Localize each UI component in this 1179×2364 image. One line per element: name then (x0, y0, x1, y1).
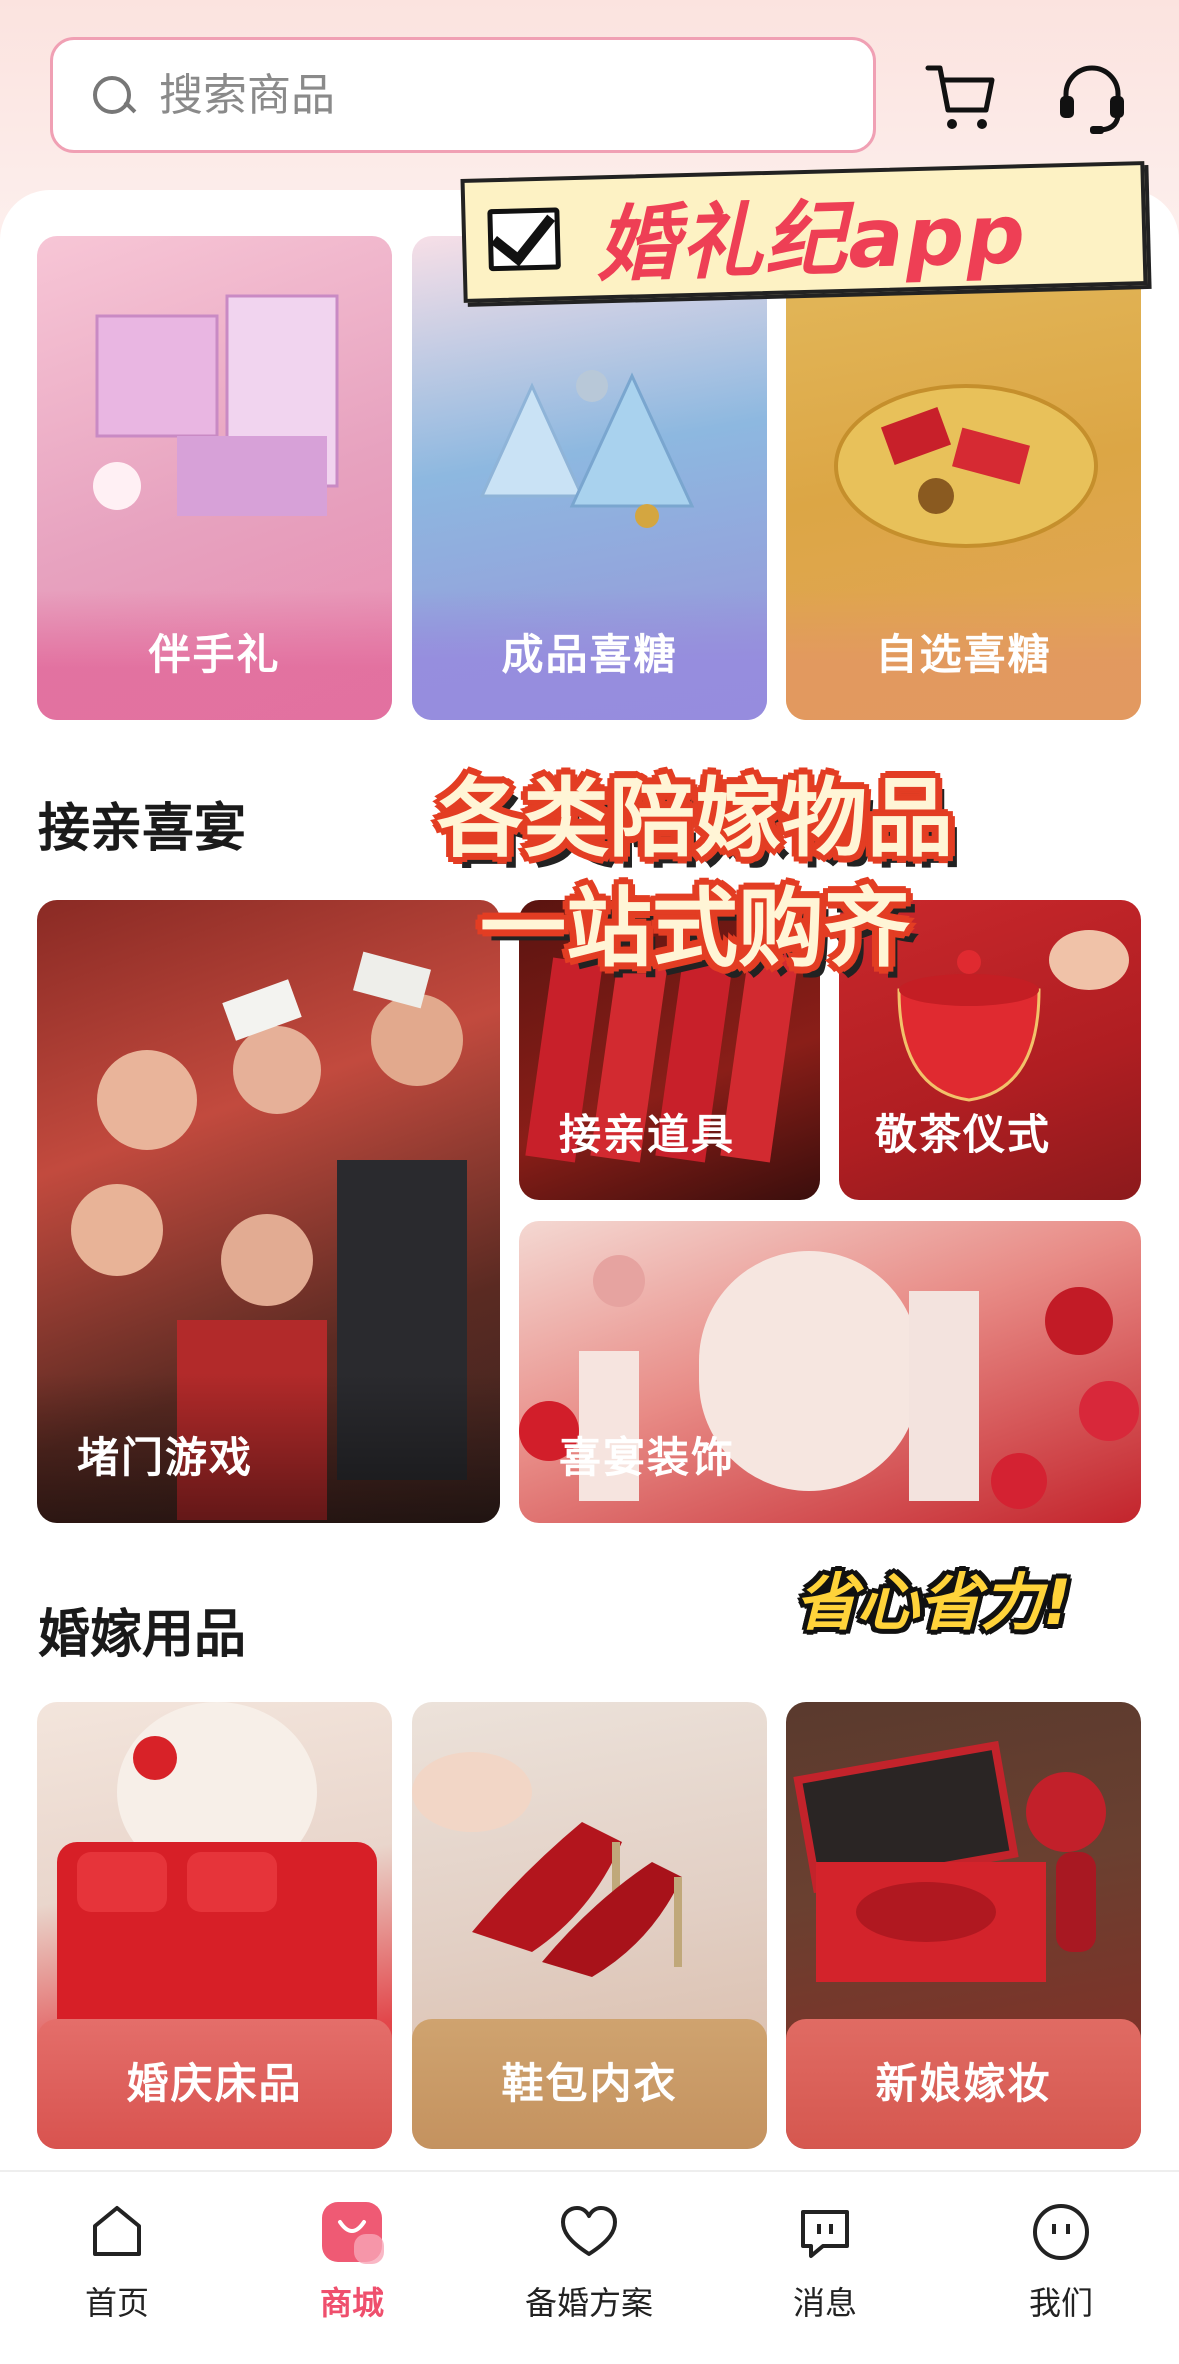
search-input[interactable] (159, 69, 759, 121)
message-icon (801, 2210, 849, 2258)
pickup-label: 喜宴装饰 (559, 1433, 736, 1482)
candy-box-illustration (479, 370, 695, 528)
tab-wedding-plan[interactable]: 备婚方案 (499, 2200, 679, 2324)
goods-label: 鞋包内衣 (501, 2059, 678, 2108)
cart-icon[interactable] (922, 58, 1002, 138)
gift-box-illustration (93, 294, 339, 516)
pickup-card-banquet-decor[interactable]: 喜宴装饰 (519, 1221, 1141, 1523)
face-icon (1033, 2204, 1089, 2260)
category-label: 成品喜糖 (501, 630, 678, 679)
tab-label: 首页 (84, 2284, 149, 2322)
search-icon (89, 72, 135, 118)
promo-banner-line-1: 各类陪嫁物品 (437, 769, 953, 869)
promo-banner-line-2: 一站式购齐 (480, 879, 910, 979)
pickup-card-door-game[interactable]: 堵门游戏 (37, 900, 500, 1523)
tab-label: 我们 (1028, 2284, 1093, 2322)
heart-icon (561, 2206, 617, 2256)
tab-label: 消息 (792, 2284, 857, 2322)
slogan-overlay: 省心省力! (795, 1566, 1072, 1639)
candy-plate-illustration (834, 384, 1098, 548)
section-title-pickup: 接亲喜宴 (38, 799, 247, 859)
category-card-ready-candy[interactable]: 成品喜糖 (412, 236, 767, 720)
search-bar[interactable] (50, 37, 876, 153)
category-card-companion-gift[interactable]: 伴手礼 (37, 236, 392, 720)
bottom-tab-bar: 首页 商城 备婚方案 消息 我们 (0, 2170, 1179, 2364)
category-label: 伴手礼 (148, 630, 281, 679)
tab-home[interactable]: 首页 (27, 2200, 207, 2324)
tab-messages[interactable]: 消息 (735, 2200, 915, 2324)
tab-label: 商城 (319, 2284, 384, 2322)
goods-card-bridal-dowry[interactable]: 新娘嫁妆 (786, 1702, 1141, 2149)
goods-card-shoes-bags[interactable]: 鞋包内衣 (412, 1702, 767, 2149)
category-card-custom-candy[interactable]: 自选喜糖 (786, 236, 1141, 720)
pickup-label: 敬茶仪式 (875, 1110, 1052, 1159)
tab-us[interactable]: 我们 (971, 2200, 1151, 2324)
checkbox-icon (487, 207, 561, 272)
pickup-label: 堵门游戏 (77, 1433, 254, 1482)
goods-label: 新娘嫁妆 (875, 2059, 1052, 2108)
goods-card-bedding[interactable]: 婚庆床品 (37, 1702, 392, 2149)
section-title-wedding-goods: 婚嫁用品 (38, 1605, 247, 1665)
tab-mall[interactable]: 商城 (262, 2200, 442, 2324)
sticker-text: 婚礼纪app (595, 186, 1029, 293)
category-label: 自选喜糖 (875, 630, 1052, 679)
customer-service-icon[interactable] (1052, 58, 1132, 138)
goods-label: 婚庆床品 (126, 2059, 303, 2108)
tab-label: 备婚方案 (524, 2284, 653, 2322)
app-name-sticker: 婚礼纪app (460, 161, 1148, 303)
home-icon (93, 2206, 141, 2256)
shopping-bag-icon (322, 2202, 384, 2264)
pickup-label: 接亲道具 (559, 1110, 736, 1159)
